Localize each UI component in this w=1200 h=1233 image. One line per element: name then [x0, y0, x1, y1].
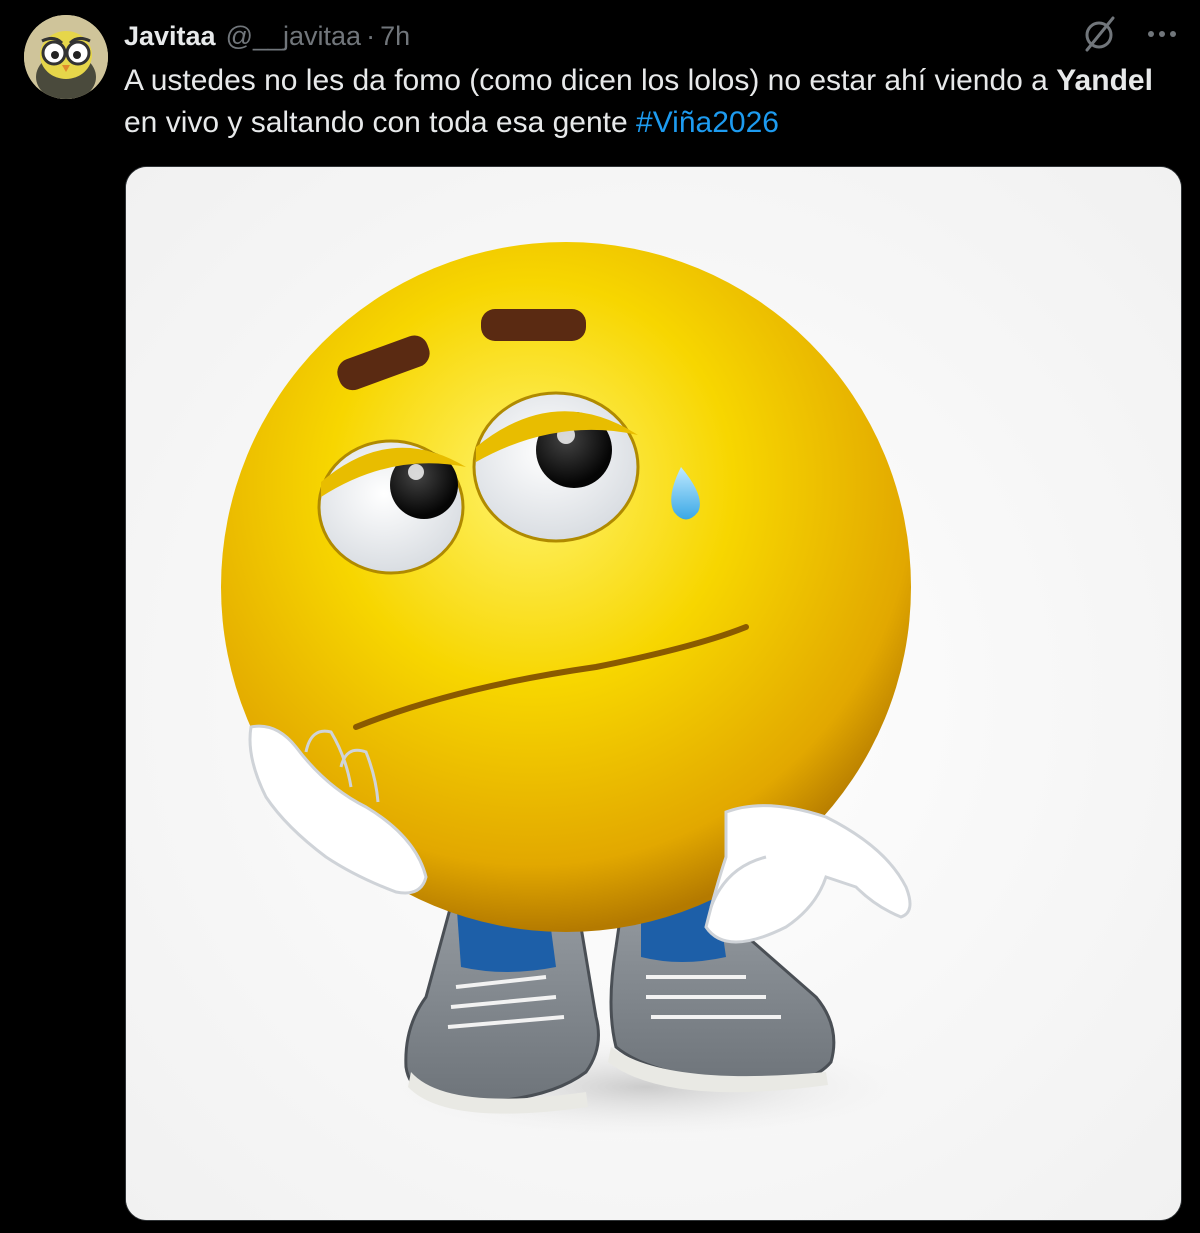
more-icon[interactable]	[1146, 14, 1178, 54]
grok-icon[interactable]	[1080, 14, 1118, 54]
tweet-media[interactable]	[125, 166, 1182, 1221]
tweet-text: A ustedes no les da fomo (como dicen los…	[124, 60, 1164, 144]
display-name[interactable]: Javitaa	[124, 21, 216, 52]
timestamp[interactable]: 7h	[380, 21, 410, 52]
avatar[interactable]	[24, 15, 108, 99]
sad-crying-emoji-image	[126, 167, 1181, 1220]
handle[interactable]: @__javitaa	[226, 21, 362, 52]
tweet-text-part2: en vivo y saltando con toda esa gente	[124, 106, 637, 139]
tweet-text-part1: A ustedes no les da fomo (como dicen los…	[124, 64, 1057, 97]
hashtag-link[interactable]: #Viña2026	[636, 106, 779, 139]
tweet[interactable]: Javitaa @__javitaa · 7h A ustedes no les…	[0, 0, 1200, 1233]
tweet-text-bold: Yandel	[1056, 64, 1153, 97]
tweet-actions-top	[1080, 14, 1178, 54]
tweet-header: Javitaa @__javitaa · 7h	[124, 16, 410, 56]
separator-dot: ·	[366, 20, 376, 51]
owl-avatar-icon	[24, 15, 108, 99]
